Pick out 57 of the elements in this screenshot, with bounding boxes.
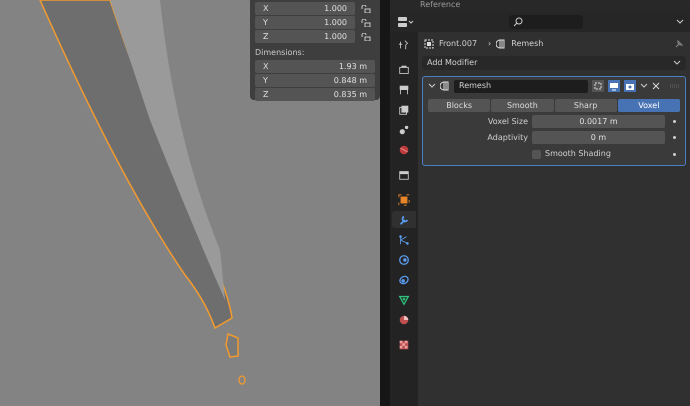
world-icon (398, 144, 410, 156)
view-layer-icon (398, 104, 410, 116)
dropdown-caret-icon[interactable] (676, 18, 684, 24)
camera-icon[interactable] (624, 80, 636, 92)
particles-icon (398, 234, 410, 246)
number-field[interactable]: 0.0017 m (532, 115, 665, 128)
checkbox[interactable] (532, 150, 541, 158)
search-field[interactable] (509, 14, 583, 28)
drag-handle-icon[interactable] (670, 84, 680, 88)
pin-icon[interactable] (674, 39, 684, 49)
3d-viewport[interactable]: X 1.000 Y 1.000 Z 1.000 Dimensions: X 1.93 m Y 0.848 m Z 0.835 m (0, 0, 380, 406)
caret-icon[interactable] (640, 83, 648, 89)
mode-tab[interactable]: Smooth (491, 99, 554, 112)
monitor-icon[interactable] (608, 80, 620, 92)
dimension-field[interactable]: Z 0.835 m (255, 88, 375, 101)
edit-mode-icon[interactable] (592, 80, 604, 92)
render-icon (398, 64, 410, 76)
material-icon (398, 314, 410, 326)
constraints-icon (398, 274, 410, 286)
scene-icon (398, 124, 410, 136)
object-icon (398, 194, 410, 206)
mode-tab[interactable]: Voxel (618, 99, 680, 112)
editor-type-button[interactable] (396, 14, 416, 28)
expand-caret-icon[interactable] (428, 83, 436, 89)
scale-field[interactable]: Z 1.000 (255, 30, 355, 43)
add-modifier-dropdown[interactable]: Add Modifier (422, 56, 686, 70)
dimension-field[interactable]: Y 0.848 m (255, 74, 375, 87)
object-name: Front.007 (439, 38, 478, 50)
checkbox-label: Smooth Shading (545, 148, 612, 160)
modifier-name: Remesh (511, 38, 544, 50)
lock-icon[interactable] (361, 32, 371, 40)
object-icon (424, 39, 434, 49)
dimension-field[interactable]: X 1.93 m (255, 60, 375, 73)
collection-icon (398, 168, 410, 180)
lock-icon[interactable] (361, 18, 371, 26)
close-icon[interactable] (652, 82, 660, 90)
breadcrumb-separator: › (488, 38, 492, 50)
scale-field[interactable]: X 1.000 (255, 2, 355, 15)
lock-icon[interactable] (361, 4, 371, 12)
tool-icon (398, 38, 410, 50)
field-label: Adaptivity (486, 132, 528, 144)
mode-tab[interactable]: Sharp (554, 99, 617, 112)
remesh-icon (496, 39, 506, 49)
field-label: Voxel Size (486, 116, 528, 128)
remesh-icon (440, 81, 450, 91)
modifier-name-field[interactable]: Remesh (454, 80, 588, 92)
search-icon (513, 16, 523, 26)
mode-tab[interactable]: Blocks (428, 99, 490, 112)
modifier-tab[interactable] (392, 211, 416, 228)
caret-icon (673, 60, 681, 66)
dimensions-label: Dimensions: (255, 47, 306, 59)
modifier-icon (398, 214, 410, 226)
number-field[interactable]: 0 m (532, 131, 665, 144)
texture-icon (398, 338, 410, 350)
data-icon (398, 294, 410, 306)
scale-field[interactable]: Y 1.000 (255, 16, 355, 29)
physics-icon (398, 254, 410, 266)
